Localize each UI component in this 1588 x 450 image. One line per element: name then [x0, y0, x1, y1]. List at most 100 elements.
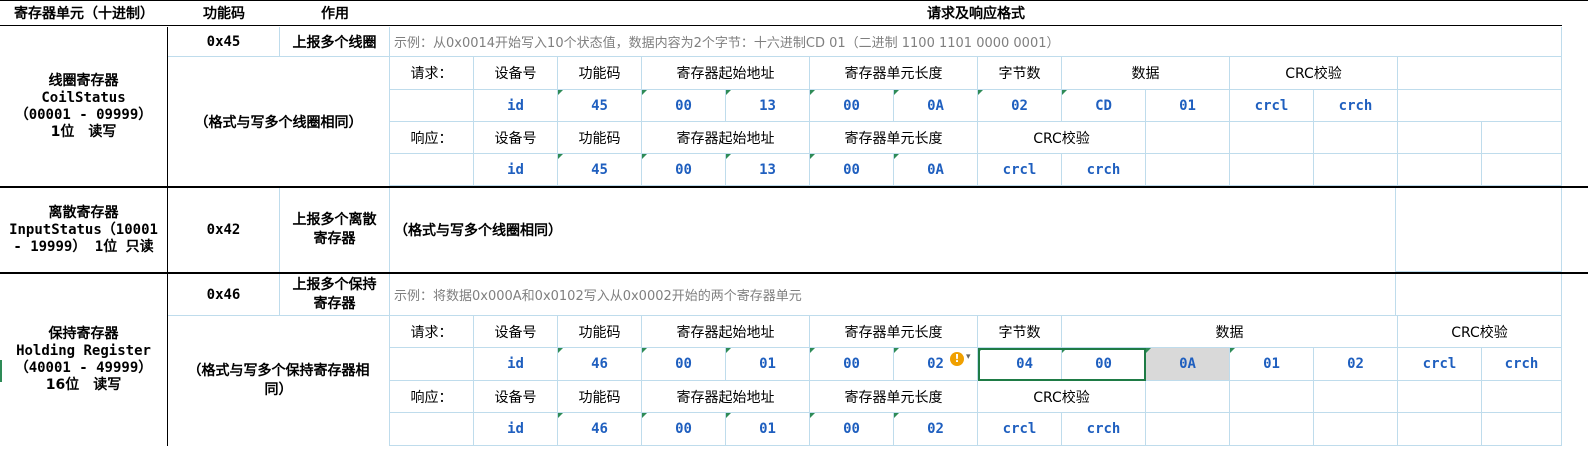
holding-resp-empty[interactable] [1398, 413, 1482, 446]
warning-dropdown-icon[interactable]: ▾ [966, 352, 971, 362]
coil-req-header[interactable]: 功能码 [558, 57, 642, 90]
holding-req-header[interactable]: 字节数 [978, 316, 1062, 348]
coil-resp-value[interactable]: 0A [894, 154, 978, 186]
holding-resp-blank[interactable] [390, 413, 474, 446]
holding-resp-header[interactable]: 功能码 [558, 381, 642, 413]
holding-req-header[interactable]: CRC校验 [1398, 316, 1562, 348]
coil-req-value[interactable]: 0A [894, 90, 978, 122]
coil-req-value[interactable]: 13 [726, 90, 810, 122]
holding-resp-empty[interactable] [1314, 413, 1398, 446]
holding-resp-empty[interactable] [1482, 413, 1562, 446]
holding-resp-empty[interactable] [1230, 381, 1314, 413]
holding-req-value[interactable]: crch [1482, 348, 1562, 381]
holding-example[interactable]: 示例：将数据0x000A和0x0102写入从0x0002开始的两个寄存器单元 [390, 274, 1396, 316]
holding-resp-empty[interactable] [1398, 381, 1482, 413]
coil-resp-header[interactable]: CRC校验 [978, 122, 1146, 154]
holding-req-header[interactable]: 设备号 [474, 316, 558, 348]
coil-req-value[interactable]: 00 [642, 90, 726, 122]
input-unit[interactable]: 离散寄存器 InputStatus（10001 - 19999） 1位 只读 [0, 188, 168, 272]
holding-req-value[interactable]: 46 [558, 348, 642, 381]
header-format[interactable]: 请求及响应格式 [390, 0, 1562, 26]
warning-icon[interactable]: ! [950, 352, 964, 366]
coil-resp-empty[interactable] [1314, 122, 1398, 154]
input-note[interactable]: （格式与写多个线圈相同） [390, 188, 1396, 272]
coil-resp-value[interactable]: crch [1062, 154, 1146, 186]
coil-resp-header[interactable]: 寄存器起始地址 [642, 122, 810, 154]
coil-req-value[interactable]: 02 [978, 90, 1062, 122]
coil-note[interactable]: （格式与写多个线圈相同） [168, 57, 390, 186]
holding-resp-value[interactable]: 00 [642, 413, 726, 446]
coil-resp-header[interactable]: 寄存器单元长度 [810, 122, 978, 154]
coil-req-value[interactable]: 00 [810, 90, 894, 122]
coil-resp-empty[interactable] [1398, 154, 1482, 186]
holding-resp-header[interactable]: 设备号 [474, 381, 558, 413]
holding-req-value[interactable]: id [474, 348, 558, 381]
holding-resp-value[interactable]: crch [1062, 413, 1146, 446]
holding-note[interactable]: （格式与写多个保持寄存器相 同） [168, 316, 390, 446]
holding-resp-header[interactable]: CRC校验 [978, 381, 1146, 413]
coil-req-value[interactable]: id [474, 90, 558, 122]
holding-resp-value[interactable]: 46 [558, 413, 642, 446]
holding-req-blank[interactable] [390, 348, 474, 381]
coil-resp-empty[interactable] [1230, 122, 1314, 154]
coil-resp-blank[interactable] [390, 154, 474, 186]
holding-resp-label[interactable]: 响应： [390, 381, 474, 413]
coil-role[interactable]: 上报多个线圈 [280, 27, 390, 57]
holding-req-value[interactable]: 00 [642, 348, 726, 381]
holding-resp-header[interactable]: 寄存器单元长度 [810, 381, 978, 413]
coil-req-label[interactable]: 请求： [390, 57, 474, 90]
coil-resp-empty[interactable] [1230, 154, 1314, 186]
coil-resp-empty[interactable] [1314, 154, 1398, 186]
coil-req-header[interactable]: 数据 [1062, 57, 1230, 90]
coil-resp-value[interactable]: 45 [558, 154, 642, 186]
coil-req-empty[interactable] [1398, 57, 1562, 90]
coil-resp-value[interactable]: 00 [642, 154, 726, 186]
holding-empty-top[interactable] [1396, 274, 1562, 316]
holding-req-value[interactable]: 02 [1314, 348, 1398, 381]
coil-resp-empty[interactable] [1482, 154, 1562, 186]
holding-req-label[interactable]: 请求： [390, 316, 474, 348]
coil-resp-header[interactable]: 功能码 [558, 122, 642, 154]
coil-resp-label[interactable]: 响应： [390, 122, 474, 154]
coil-req-value[interactable]: crch [1314, 90, 1398, 122]
holding-req-value[interactable]: crcl [1398, 348, 1482, 381]
coil-resp-value[interactable]: crcl [978, 154, 1062, 186]
coil-req-header[interactable]: 字节数 [978, 57, 1062, 90]
holding-resp-value[interactable]: crcl [978, 413, 1062, 446]
holding-resp-empty[interactable] [1230, 413, 1314, 446]
holding-resp-value[interactable]: 00 [810, 413, 894, 446]
coil-resp-value[interactable]: id [474, 154, 558, 186]
coil-req-value[interactable]: 01 [1146, 90, 1230, 122]
coil-req-value[interactable]: CD [1062, 90, 1146, 122]
coil-resp-empty[interactable] [1146, 154, 1230, 186]
coil-req-header[interactable]: 设备号 [474, 57, 558, 90]
header-unit[interactable]: 寄存器单元（十进制） [0, 0, 168, 26]
input-empty-1[interactable] [1396, 188, 1562, 272]
holding-req-value[interactable]: 01 [1230, 348, 1314, 381]
coil-req-value[interactable]: crcl [1230, 90, 1314, 122]
coil-resp-empty[interactable] [1146, 122, 1230, 154]
coil-unit[interactable]: 线圈寄存器 CoilStatus （00001 - 09999） 1位 读写 [0, 27, 168, 186]
coil-req-header[interactable]: 寄存器单元长度 [810, 57, 978, 90]
coil-req-header[interactable]: 寄存器起始地址 [642, 57, 810, 90]
holding-req-value[interactable]: 01 [726, 348, 810, 381]
coil-resp-header[interactable]: 设备号 [474, 122, 558, 154]
coil-req-blank[interactable] [390, 90, 474, 122]
coil-req-value[interactable]: 45 [558, 90, 642, 122]
header-func[interactable]: 功能码 [168, 0, 280, 26]
coil-resp-value[interactable]: 13 [726, 154, 810, 186]
holding-unit[interactable]: 保持寄存器 Holding Register （40001 - 49999） 1… [0, 274, 168, 446]
input-code[interactable]: 0x42 [168, 188, 280, 272]
coil-req-header[interactable]: CRC校验 [1230, 57, 1398, 90]
holding-role[interactable]: 上报多个保持 寄存器 [280, 274, 390, 316]
holding-req-value[interactable]: 00 [810, 348, 894, 381]
holding-resp-value[interactable]: 02 [894, 413, 978, 446]
holding-resp-empty[interactable] [1482, 381, 1562, 413]
holding-req-header[interactable]: 功能码 [558, 316, 642, 348]
holding-resp-empty[interactable] [1146, 381, 1230, 413]
header-role[interactable]: 作用 [280, 0, 390, 26]
input-role[interactable]: 上报多个离散 寄存器 [280, 188, 390, 272]
coil-resp-empty[interactable] [1482, 122, 1562, 154]
holding-resp-empty[interactable] [1146, 413, 1230, 446]
coil-req-value-empty[interactable] [1398, 90, 1562, 122]
